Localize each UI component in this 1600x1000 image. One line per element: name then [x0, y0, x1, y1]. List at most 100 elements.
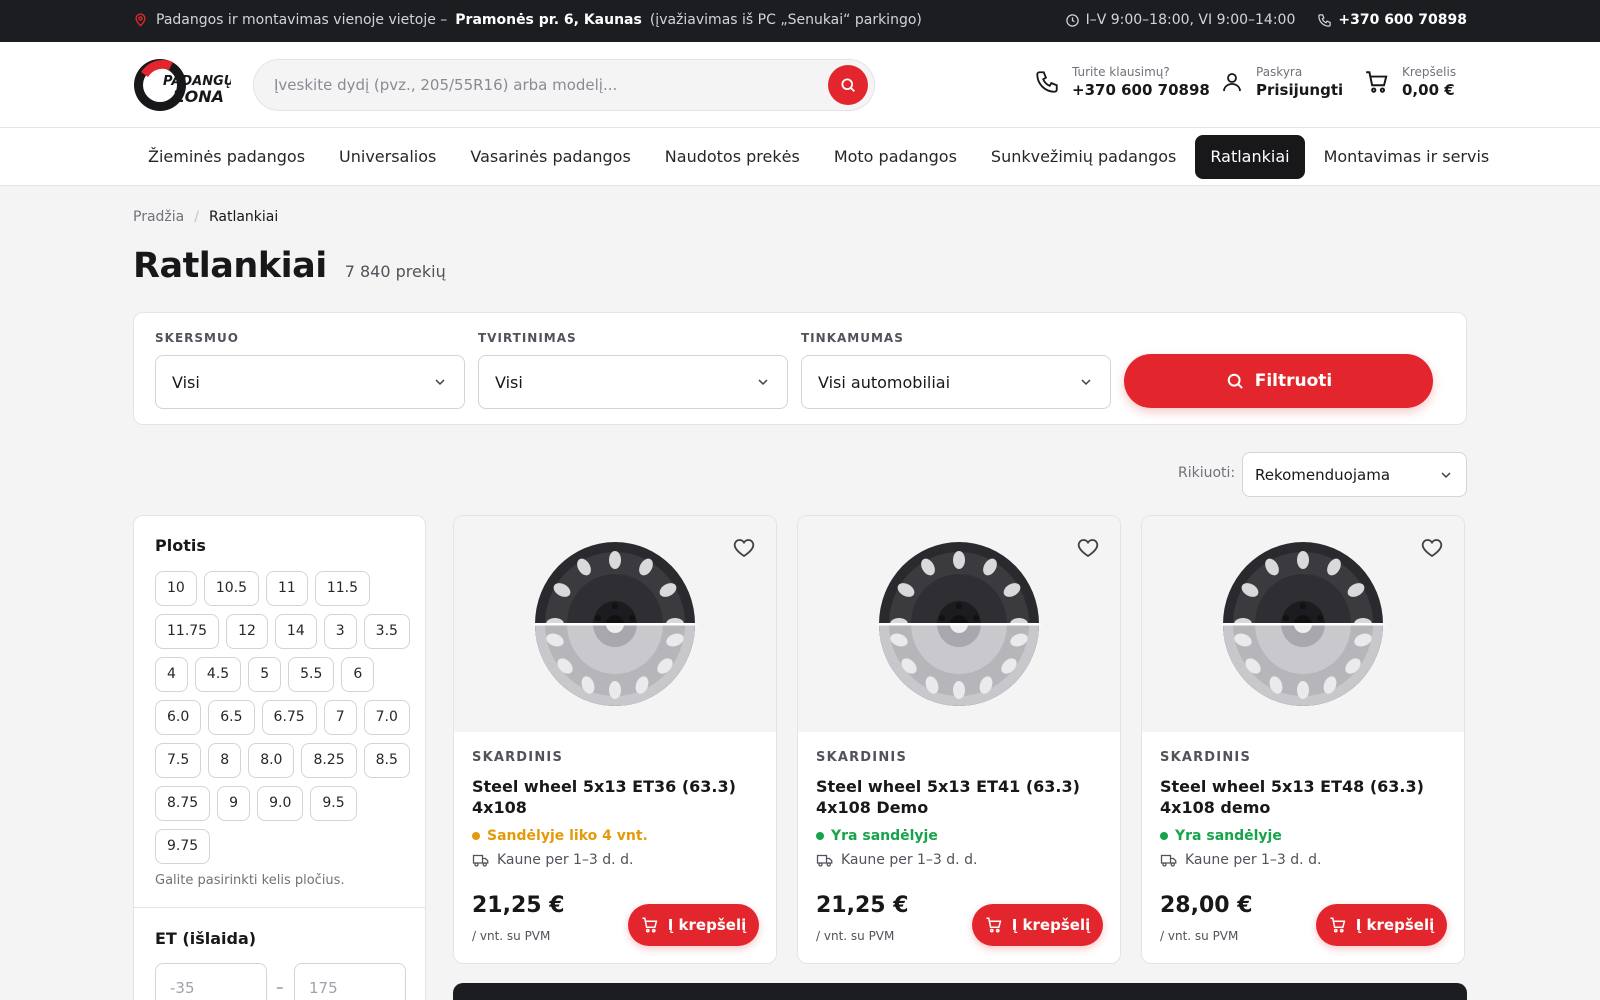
product-image[interactable] [1142, 516, 1464, 732]
nav-tab-8[interactable]: Montavimas ir servisas [1309, 135, 1490, 179]
width-chip[interactable]: 11.5 [314, 571, 370, 606]
sort-select[interactable]: Rekomenduojama [1242, 452, 1467, 497]
product-card[interactable]: SKARDINIS Steel wheel 5x13 ET41 (63.3) 4… [797, 515, 1121, 964]
account-link[interactable]: Paskyra Prisijungti [1220, 64, 1343, 100]
map-pin-icon [135, 13, 146, 27]
nav-tab-3[interactable]: Vasarinės padangos [455, 135, 645, 179]
fitment-select[interactable]: Visi automobiliai [801, 355, 1111, 409]
phone-icon [1036, 71, 1058, 93]
diameter-value: Visi [172, 372, 200, 392]
width-chip[interactable]: 7.0 [363, 700, 410, 735]
opening-hours: I–V 9:00–18:00, VI 9:00–14:00 [1065, 12, 1295, 28]
cart-link[interactable]: Krepšelis 0,00 € [1364, 64, 1456, 100]
width-chip[interactable]: 9.5 [310, 786, 357, 821]
user-icon [1223, 73, 1241, 92]
stock-text: Yra sandėlyje [1175, 828, 1282, 844]
product-name[interactable]: Steel wheel 5x13 ET36 (63.3) 4x108 [472, 776, 762, 818]
width-chip[interactable]: 3.5 [363, 614, 410, 649]
add-to-cart-button[interactable]: Į krepšelį [1316, 904, 1447, 946]
width-chip[interactable]: 10.5 [203, 571, 259, 606]
cart-icon [642, 917, 658, 933]
width-chip[interactable]: 7 [323, 700, 357, 735]
width-chip[interactable]: 8.75 [155, 786, 211, 821]
width-chip[interactable]: 9.75 [155, 829, 211, 864]
add-to-cart-label: Į krepšelį [667, 916, 747, 934]
delivery-text: Kaune per 1–3 d. d. [1185, 852, 1322, 868]
heart-icon[interactable] [1420, 536, 1444, 560]
heart-icon[interactable] [1076, 536, 1100, 560]
product-name[interactable]: Steel wheel 5x13 ET41 (63.3) 4x108 Demo [816, 776, 1106, 818]
product-image[interactable] [454, 516, 776, 732]
et-max-input[interactable] [294, 963, 406, 1000]
width-chip[interactable]: 8.25 [301, 743, 357, 778]
width-chip[interactable]: 14 [274, 614, 317, 649]
help-label: Turite klausimų? [1072, 65, 1170, 79]
location-info: Padangos ir montavimas vienoje vietoje –… [133, 12, 922, 28]
breadcrumb-home[interactable]: Pradžia [133, 209, 184, 225]
heart-icon[interactable] [732, 536, 756, 560]
width-hint: Galite pasirinkti kelis pločius. [155, 873, 345, 888]
product-card[interactable]: SKARDINIS Steel wheel 5x13 ET48 (63.3) 4… [1141, 515, 1465, 964]
topbar-phone-link[interactable]: +370 600 70898 [1317, 12, 1467, 28]
width-chip[interactable]: 8.0 [248, 743, 295, 778]
delivery-info: Kaune per 1–3 d. d. [816, 852, 977, 868]
cart-label: Krepšelis [1402, 65, 1457, 79]
add-to-cart-label: Į krepšelį [1355, 916, 1435, 934]
help-phone: +370 600 70898 [1072, 81, 1210, 99]
diameter-label: SKERSMUO [155, 331, 239, 345]
width-chip[interactable]: 8.5 [363, 743, 410, 778]
width-chip[interactable]: 6.0 [155, 700, 202, 735]
product-card[interactable]: SKARDINIS Steel wheel 5x13 ET36 (63.3) 4… [453, 515, 777, 964]
width-chip[interactable]: 5 [248, 657, 282, 692]
width-chip[interactable]: 10 [155, 571, 197, 606]
truck-icon [472, 854, 489, 867]
width-chip[interactable]: 6.75 [261, 700, 317, 735]
nav-tab-6[interactable]: Sunkvežimių padangos [976, 135, 1191, 179]
help-contact[interactable]: Turite klausimų? +370 600 70898 [1034, 64, 1210, 100]
nav-tab-5[interactable]: Moto padangos [819, 135, 972, 179]
add-to-cart-button[interactable]: Į krepšelį [628, 904, 759, 946]
nav-tab-7[interactable]: Ratlankiai [1195, 135, 1305, 179]
width-chip[interactable]: 6 [341, 657, 375, 692]
width-chip[interactable]: 11.75 [155, 614, 220, 649]
et-range-dash: – [276, 978, 284, 996]
et-min-input[interactable] [155, 963, 267, 1000]
site-logo[interactable]: PADANGŲ ZONA [133, 58, 235, 112]
width-chip[interactable]: 7.5 [155, 743, 202, 778]
width-chip[interactable]: 4.5 [194, 657, 242, 692]
nav-tab-1[interactable]: Žieminės padangos [133, 135, 320, 179]
truck-icon [1160, 854, 1177, 867]
search-input[interactable] [274, 73, 814, 97]
width-chip[interactable]: 5.5 [288, 657, 335, 692]
diameter-select[interactable]: Visi [155, 355, 465, 409]
add-to-cart-button[interactable]: Į krepšelį [972, 904, 1103, 946]
width-chip[interactable]: 9.0 [257, 786, 304, 821]
width-chip[interactable]: 6.5 [208, 700, 255, 735]
nav-tab-2[interactable]: Universalios [324, 135, 451, 179]
product-name[interactable]: Steel wheel 5x13 ET48 (63.3) 4x108 demo [1160, 776, 1450, 818]
cart-icon [1330, 917, 1346, 933]
price-unit: / vnt. su PVM [1160, 929, 1239, 943]
filter-submit-button[interactable]: Filtruoti [1124, 354, 1433, 408]
product-image[interactable] [798, 516, 1120, 732]
filter-sidebar: Plotis 10 10.5 11 11.5 11.75 12 14 3 3.5 4 4.5 5 5.5… [133, 515, 426, 1000]
stock-status: Sandėlyje liko 4 vnt. [472, 828, 648, 844]
promo-banner [453, 983, 1467, 1000]
bolt-pattern-select[interactable]: Visi [478, 355, 788, 409]
width-chip[interactable]: 11 [266, 571, 308, 606]
width-chip[interactable]: 12 [226, 614, 268, 649]
stock-dot [472, 832, 480, 840]
width-chip[interactable]: 3 [323, 614, 357, 649]
product-brand: SKARDINIS [1160, 750, 1252, 765]
width-chip[interactable]: 8 [208, 743, 242, 778]
width-chip[interactable]: 9 [217, 786, 251, 821]
nav-tab-4[interactable]: Naudotos prekės [650, 135, 815, 179]
search-button[interactable] [828, 65, 868, 105]
breadcrumb-separator: / [194, 209, 199, 225]
width-chip[interactable]: 4 [155, 657, 188, 692]
product-price: 28,00 € [1160, 893, 1253, 918]
cart-icon [1366, 71, 1388, 93]
filter-panel: SKERSMUO Visi TVIRTINIMAS Visi TINKAMUMA… [133, 312, 1467, 425]
account-label: Paskyra [1256, 65, 1303, 79]
product-price: 21,25 € [816, 893, 909, 918]
